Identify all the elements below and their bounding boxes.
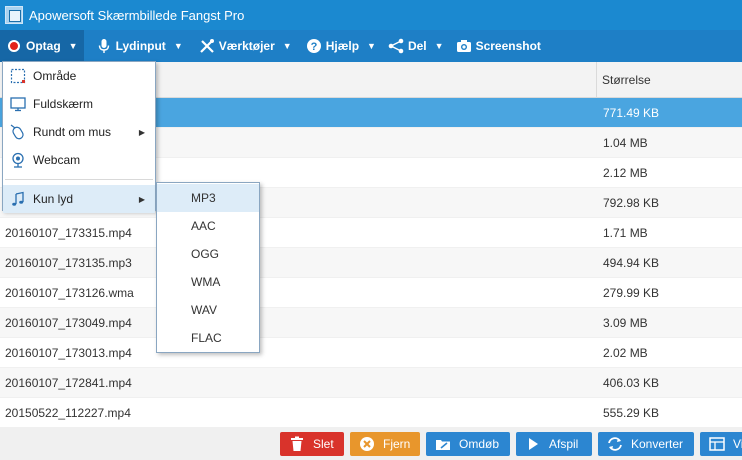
remove-icon <box>359 436 375 452</box>
menu-item-webcam[interactable]: Webcam <box>3 146 155 174</box>
webcam-icon <box>3 152 33 168</box>
file-name: 20160107_173049.mp4 <box>5 316 132 330</box>
menu-separator <box>5 179 153 180</box>
file-name: 20160107_173315.mp4 <box>5 226 132 240</box>
share-label: Del <box>407 39 427 53</box>
menu-item-region[interactable]: Område <box>3 62 155 90</box>
view-button[interactable]: Vi <box>700 432 742 456</box>
file-size: 792.98 KB <box>603 196 660 210</box>
chevron-down-icon: ▼ <box>282 41 292 51</box>
tools-label: Værktøjer <box>218 39 275 53</box>
menu-item-label: Rundt om mus <box>33 125 112 139</box>
help-menu-button[interactable]: ? Hjælp ▼ <box>300 30 382 62</box>
chevron-down-icon: ▼ <box>173 41 183 51</box>
delete-label: Slet <box>313 437 334 451</box>
file-size: 3.09 MB <box>603 316 648 330</box>
record-dropdown-menu: Område Fuldskærm Rundt om mus ▶ Webcam K… <box>2 61 156 213</box>
monitor-icon <box>3 96 33 112</box>
column-header-size[interactable]: Størrelse <box>596 62 651 98</box>
chevron-down-icon: ▼ <box>68 41 78 51</box>
menu-item-fullscreen[interactable]: Fuldskærm <box>3 90 155 118</box>
record-label: Optag <box>26 39 61 53</box>
audio-input-menu-button[interactable]: Lydinput ▼ <box>90 30 189 62</box>
share-menu-button[interactable]: Del ▼ <box>382 30 450 62</box>
play-label: Afspil <box>549 437 579 451</box>
trash-icon <box>289 436 305 452</box>
file-size: 555.29 KB <box>603 406 660 420</box>
file-size: 279.99 KB <box>603 286 660 300</box>
action-bar: Slet Fjern Omdøb Afspil Konverter Vi <box>0 428 742 460</box>
table-row[interactable]: 20160107_173126.wma 279.99 KB <box>0 278 742 308</box>
view-icon <box>709 436 725 452</box>
table-row[interactable]: 20160107_173135.mp3 494.94 KB <box>0 248 742 278</box>
convert-label: Konverter <box>631 437 684 451</box>
file-name: 20160107_173135.mp3 <box>5 256 132 270</box>
view-label: Vi <box>733 437 742 451</box>
share-icon <box>388 38 404 54</box>
menu-item-label: Fuldskærm <box>33 97 94 111</box>
file-name: 20160107_173126.wma <box>5 286 134 300</box>
screenshot-button[interactable]: Screenshot <box>450 30 547 62</box>
play-icon <box>525 436 541 452</box>
svg-text:?: ? <box>310 41 317 53</box>
file-size: 771.49 KB <box>603 106 660 120</box>
folder-edit-icon <box>435 436 451 452</box>
file-size: 2.02 MB <box>603 346 648 360</box>
record-icon <box>6 38 22 54</box>
file-size: 1.71 MB <box>603 226 648 240</box>
submenu-item-ogg[interactable]: OGG <box>157 240 259 268</box>
help-icon: ? <box>306 38 322 54</box>
microphone-icon <box>96 38 112 54</box>
menu-item-around-mouse[interactable]: Rundt om mus ▶ <box>3 118 155 146</box>
record-menu-button[interactable]: Optag ▼ <box>0 30 84 62</box>
submenu-item-mp3[interactable]: MP3 <box>157 184 259 212</box>
mouse-icon <box>3 124 33 140</box>
region-select-icon <box>3 68 33 84</box>
convert-button[interactable]: Konverter <box>598 432 694 456</box>
play-button[interactable]: Afspil <box>516 432 592 456</box>
rename-button[interactable]: Omdøb <box>426 432 510 456</box>
convert-icon <box>607 436 623 452</box>
screenshot-label: Screenshot <box>475 39 541 53</box>
menu-item-label: Webcam <box>33 153 81 167</box>
title-bar: Apowersoft Skærmbillede Fangst Pro <box>0 0 742 30</box>
menu-item-label: Kun lyd <box>33 192 74 206</box>
table-row[interactable]: 20160107_172841.mp4 406.03 KB <box>0 368 742 398</box>
remove-button[interactable]: Fjern <box>350 432 420 456</box>
menu-item-label: Område <box>33 69 77 83</box>
file-name: 20150522_112227.mp4 <box>5 406 131 420</box>
audio-input-label: Lydinput <box>115 39 166 53</box>
chevron-down-icon: ▼ <box>434 41 444 51</box>
music-note-icon <box>3 191 33 207</box>
file-size: 1.04 MB <box>603 136 648 150</box>
main-toolbar: Optag ▼ Lydinput ▼ Værktøjer ▼ ? Hjælp ▼… <box>0 30 742 62</box>
help-label: Hjælp <box>325 39 360 53</box>
delete-button[interactable]: Slet <box>280 432 344 456</box>
audio-format-submenu: MP3 AAC OGG WMA WAV FLAC <box>156 182 260 353</box>
app-logo-icon <box>5 6 23 24</box>
chevron-right-icon: ▶ <box>138 127 145 137</box>
menu-item-audio-only[interactable]: Kun lyd ▶ <box>3 185 155 213</box>
submenu-item-aac[interactable]: AAC <box>157 212 259 240</box>
submenu-item-wav[interactable]: WAV <box>157 296 259 324</box>
file-name: 20160107_172841.mp4 <box>5 376 132 390</box>
rename-label: Omdøb <box>459 437 500 451</box>
chevron-down-icon: ▼ <box>367 41 376 51</box>
table-row[interactable]: 20160107_173315.mp4 1.71 MB <box>0 218 742 248</box>
remove-label: Fjern <box>383 437 411 451</box>
file-size: 406.03 KB <box>603 376 660 390</box>
table-row[interactable]: 20160107_173049.mp4 3.09 MB <box>0 308 742 338</box>
camera-icon <box>456 38 472 54</box>
submenu-item-wma[interactable]: WMA <box>157 268 259 296</box>
file-size: 2.12 MB <box>603 166 648 180</box>
chevron-right-icon: ▶ <box>138 194 145 204</box>
submenu-item-flac[interactable]: FLAC <box>157 324 259 352</box>
table-row[interactable]: 20150522_112227.mp4 555.29 KB <box>0 398 742 428</box>
file-size: 494.94 KB <box>603 256 660 270</box>
window-title: Apowersoft Skærmbillede Fangst Pro <box>29 7 245 23</box>
table-row[interactable]: 20160107_173013.mp4 2.02 MB <box>0 338 742 368</box>
tools-icon <box>199 38 215 54</box>
file-name: 20160107_173013.mp4 <box>5 346 132 360</box>
tools-menu-button[interactable]: Værktøjer ▼ <box>193 30 298 62</box>
